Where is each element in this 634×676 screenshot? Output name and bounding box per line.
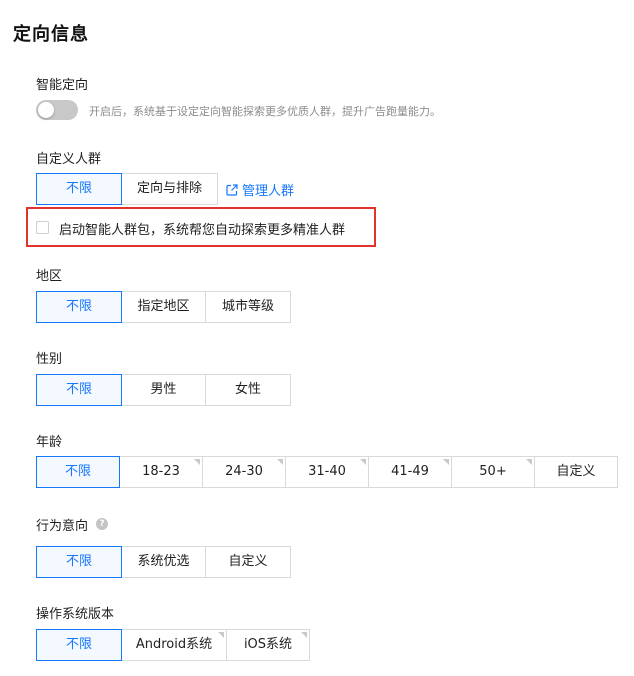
age-option-18-23[interactable]: 18-23	[119, 456, 203, 488]
smart-targeting-hint: 开启后，系统基于设定定向智能探索更多优质人群，提升广告跑量能力。	[89, 105, 441, 118]
age-option-50-plus[interactable]: 50+	[451, 456, 535, 488]
custom-audience-options: 不限 定向与排除	[36, 173, 218, 205]
age-option-31-40[interactable]: 31-40	[285, 456, 369, 488]
corner-mark-icon	[443, 459, 449, 465]
custom-audience-label: 自定义人群	[36, 152, 102, 167]
age-option-label: 31-40	[308, 464, 346, 479]
region-option-unlimited[interactable]: 不限	[36, 291, 122, 323]
os-option-android[interactable]: Android系统	[121, 629, 227, 661]
behavior-label: 行为意向	[36, 519, 89, 534]
os-option-ios[interactable]: iOS系统	[226, 629, 310, 661]
region-options: 不限 指定地区 城市等级	[36, 291, 291, 323]
custom-audience-option-include-exclude[interactable]: 定向与排除	[121, 173, 218, 205]
manage-audience-label: 管理人群	[242, 184, 295, 199]
age-label: 年龄	[36, 435, 63, 450]
gender-options: 不限 男性 女性	[36, 374, 291, 406]
custom-audience-option-unlimited[interactable]: 不限	[36, 173, 122, 205]
age-option-41-49[interactable]: 41-49	[368, 456, 452, 488]
smart-targeting-label: 智能定向	[36, 78, 89, 93]
gender-option-female[interactable]: 女性	[205, 374, 291, 406]
corner-mark-icon	[301, 632, 307, 638]
external-link-icon	[226, 183, 238, 196]
smart-audience-checkbox[interactable]	[36, 221, 49, 234]
gender-option-unlimited[interactable]: 不限	[36, 374, 122, 406]
manage-audience-link[interactable]: 管理人群	[226, 180, 294, 199]
os-option-label: iOS系统	[243, 637, 293, 652]
region-option-specified[interactable]: 指定地区	[121, 291, 206, 323]
age-option-custom[interactable]: 自定义	[534, 456, 618, 488]
corner-mark-icon	[526, 459, 532, 465]
corner-mark-icon	[218, 632, 224, 638]
region-label: 地区	[36, 269, 63, 284]
gender-label: 性别	[36, 352, 63, 367]
behavior-option-system-preferred[interactable]: 系统优选	[121, 546, 206, 578]
age-option-label: 18-23	[142, 464, 180, 479]
help-icon[interactable]: ?	[96, 518, 108, 530]
toggle-knob	[38, 102, 54, 118]
age-option-unlimited[interactable]: 不限	[36, 456, 120, 488]
gender-option-male[interactable]: 男性	[121, 374, 206, 406]
age-option-label: 50+	[479, 464, 507, 479]
behavior-option-custom[interactable]: 自定义	[205, 546, 291, 578]
corner-mark-icon	[277, 459, 283, 465]
age-option-label: 41-49	[391, 464, 429, 479]
os-option-label: Android系统	[135, 637, 213, 652]
os-option-unlimited[interactable]: 不限	[36, 629, 122, 661]
behavior-option-unlimited[interactable]: 不限	[36, 546, 122, 578]
region-option-city-level[interactable]: 城市等级	[205, 291, 291, 323]
age-options: 不限 18-23 24-30 31-40 41-49 50+ 自定义	[36, 456, 618, 488]
behavior-options: 不限 系统优选 自定义	[36, 546, 291, 578]
page-title: 定向信息	[13, 24, 89, 45]
corner-mark-icon	[360, 459, 366, 465]
age-option-label: 24-30	[225, 464, 263, 479]
smart-audience-checkbox-label: 启动智能人群包，系统帮您自动探索更多精准人群	[59, 223, 346, 238]
corner-mark-icon	[194, 459, 200, 465]
os-label: 操作系统版本	[36, 607, 115, 622]
targeting-page: 定向信息 智能定向 开启后，系统基于设定定向智能探索更多优质人群，提升广告跑量能…	[0, 0, 634, 676]
os-options: 不限 Android系统 iOS系统	[36, 629, 310, 661]
smart-targeting-toggle[interactable]	[36, 100, 78, 120]
age-option-24-30[interactable]: 24-30	[202, 456, 286, 488]
